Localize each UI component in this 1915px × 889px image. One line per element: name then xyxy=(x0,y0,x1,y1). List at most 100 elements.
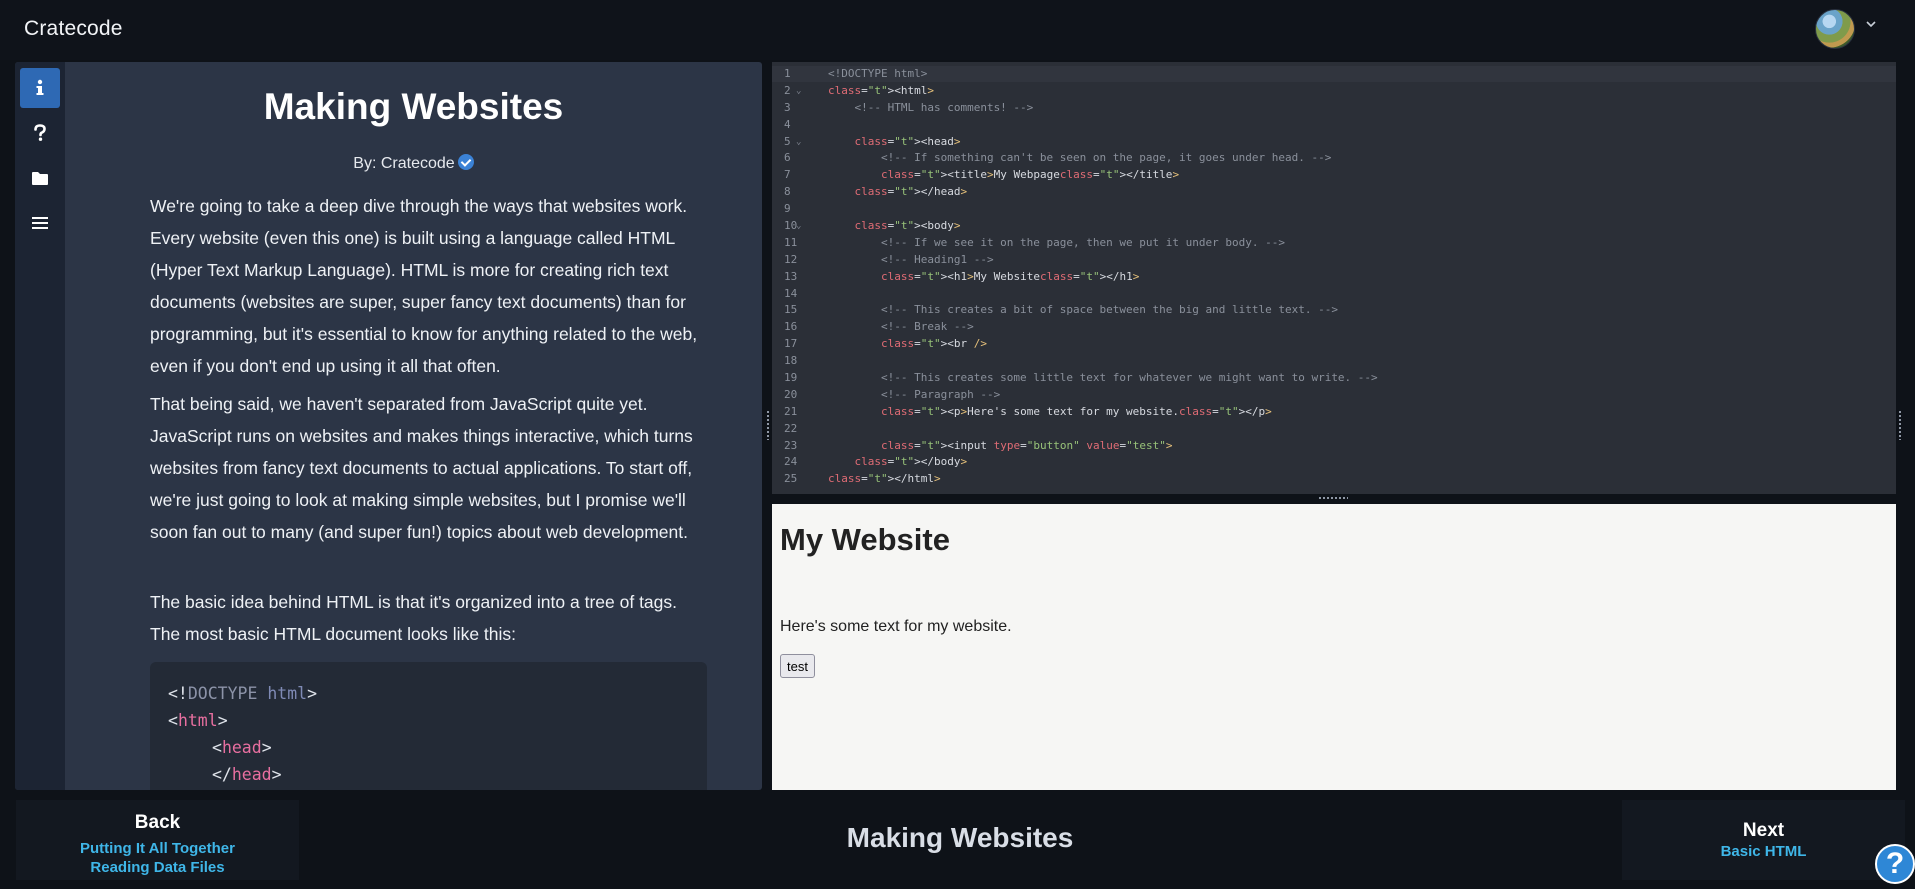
code-line[interactable]: <!-- HTML has comments! --> xyxy=(828,100,1378,117)
code-line[interactable]: <!DOCTYPE html> xyxy=(828,66,1378,83)
list-icon xyxy=(32,216,48,230)
fold-chevron-icon[interactable]: ⌄ xyxy=(796,218,801,235)
code-line[interactable]: <!-- If something can't be seen on the p… xyxy=(828,150,1378,167)
question-icon xyxy=(33,124,47,142)
line-number: 20 xyxy=(784,387,798,401)
code-line[interactable]: class="t"><p>Here's some text for my web… xyxy=(828,404,1378,421)
code-line-text: class="t"><title>My Webpageclass="t"></t… xyxy=(880,168,1180,182)
line-number: 14 xyxy=(784,286,798,300)
code-line-text: <!-- HTML has comments! --> xyxy=(828,100,1034,114)
lesson-paragraph: The basic idea behind HTML is that it's … xyxy=(150,592,678,644)
line-number: 21 xyxy=(784,404,798,418)
code-line[interactable]: class="t"><head> xyxy=(828,134,1378,151)
files-tab-button[interactable] xyxy=(20,158,60,198)
info-tab-button[interactable] xyxy=(20,68,60,108)
code-line[interactable]: <!-- This creates a bit of space between… xyxy=(828,302,1378,319)
code-line[interactable]: <!-- Heading1 --> xyxy=(828,252,1378,269)
line-number: 6 xyxy=(784,151,791,165)
code-line-text: class="t"></body> xyxy=(854,455,968,469)
code-line-text: <!-- If something can't be seen on the p… xyxy=(828,151,1332,165)
code-line[interactable]: <!-- This creates some little text for w… xyxy=(828,370,1378,387)
line-number: 11 xyxy=(784,235,798,249)
line-number: 8 xyxy=(784,185,791,199)
code-line[interactable] xyxy=(828,201,1378,218)
code-line[interactable]: class="t"><html> xyxy=(828,83,1378,100)
code-line[interactable]: class="t"><input type="button" value="te… xyxy=(828,438,1378,455)
code-line-text: <!-- Paragraph --> xyxy=(828,387,1001,401)
line-number: 25 xyxy=(784,472,798,486)
code-line[interactable]: class="t"><title>My Webpageclass="t"></t… xyxy=(828,167,1378,184)
fold-chevron-icon[interactable]: ⌄ xyxy=(796,83,801,100)
lesson-title: Making Websites xyxy=(263,86,564,127)
code-line-text: class="t"><body> xyxy=(854,219,961,233)
code-sample-line: <head> xyxy=(212,738,272,757)
code-line[interactable] xyxy=(828,353,1378,370)
editor-gutter: 1 2 ⌄ 3 4 5 ⌄ 6 7 8 9 10 ⌄ 11 12 13 14 15 16 17 18 19 20 21 22 23… xyxy=(772,66,818,488)
line-number: 18 xyxy=(784,354,798,368)
line-number: 5 ⌄ xyxy=(772,134,818,151)
code-line[interactable]: <!-- Paragraph --> xyxy=(828,387,1378,404)
resize-grip-icon[interactable] xyxy=(766,410,770,440)
code-sample-block: <!DOCTYPE html> <html> <head> </head> xyxy=(150,662,707,790)
code-line[interactable] xyxy=(828,286,1378,303)
back-link[interactable]: Putting It All Together xyxy=(16,840,299,857)
line-number: 23 xyxy=(784,438,798,452)
code-line-text: <!DOCTYPE html> xyxy=(828,67,928,80)
line-number: 17 xyxy=(784,337,798,351)
code-sample-line: </head> xyxy=(212,765,282,784)
right-resize-grip-icon[interactable] xyxy=(1898,410,1902,440)
author-text: By: Cratecode xyxy=(353,155,455,172)
code-line[interactable]: class="t"></html> xyxy=(828,471,1378,488)
lesson-panel: Making Websites By: Cratecode We're goin… xyxy=(15,62,762,790)
code-line-text: <!-- Heading1 --> xyxy=(828,252,994,266)
info-icon xyxy=(32,79,48,97)
code-sample-line: <html> xyxy=(168,711,228,730)
app-title[interactable]: Cratecode xyxy=(24,17,123,41)
code-line[interactable] xyxy=(828,421,1378,438)
code-line-text: <!-- This creates a bit of space between… xyxy=(828,303,1338,317)
user-avatar[interactable] xyxy=(1815,9,1855,49)
chevron-down-icon[interactable] xyxy=(1865,18,1879,32)
code-line-text: class="t"><br /> xyxy=(880,337,987,351)
line-number: 10 ⌄ xyxy=(772,218,818,235)
code-editor[interactable]: 1 2 ⌄ 3 4 5 ⌄ 6 7 8 9 10 ⌄ 11 12 13 14 15 16 17 18 19 20 21 22 23… xyxy=(772,62,1896,494)
top-bar: Cratecode xyxy=(0,0,1915,60)
code-line-text: <!-- Break --> xyxy=(828,320,974,334)
editor-resize-grip-icon[interactable] xyxy=(1318,496,1348,501)
lesson-paragraph: We're going to take a deep dive through … xyxy=(150,196,698,376)
code-line[interactable]: class="t"><h1>My Websiteclass="t"></h1> xyxy=(828,269,1378,286)
line-number: 19 xyxy=(784,371,798,385)
code-line-text: <!-- This creates some little text for w… xyxy=(828,371,1378,385)
code-line[interactable]: <!-- If we see it on the page, then we p… xyxy=(828,235,1378,252)
editor-code[interactable]: <!DOCTYPE html> class="t"><html> <!-- HTM… xyxy=(828,66,1378,488)
code-line-text: class="t"></html> xyxy=(828,472,941,486)
help-tab-button[interactable] xyxy=(20,113,60,153)
next-nav-button[interactable]: Next Basic HTML xyxy=(1622,800,1905,880)
code-line[interactable]: class="t"><body> xyxy=(828,218,1378,235)
preview-paragraph: Here's some text for my website. xyxy=(780,618,1012,635)
line-number: 1 xyxy=(784,67,791,80)
fold-chevron-icon[interactable]: ⌄ xyxy=(796,134,801,151)
back-nav-button[interactable]: Back Putting It All Together Reading Dat… xyxy=(16,800,299,880)
code-line-text: class="t"><p>Here's some text for my web… xyxy=(880,404,1272,418)
back-label: Back xyxy=(134,812,181,833)
code-line-text: class="t"><head> xyxy=(854,134,961,148)
website-preview: My Website Here's some text for my websi… xyxy=(772,504,1896,790)
outline-tab-button[interactable] xyxy=(20,203,60,243)
code-line[interactable]: class="t"></body> xyxy=(828,454,1378,471)
code-line-text: class="t"></head> xyxy=(854,185,968,199)
code-line[interactable]: class="t"></head> xyxy=(828,184,1378,201)
code-line[interactable]: class="t"><br /> xyxy=(828,336,1378,353)
code-sample-line: <!DOCTYPE html> xyxy=(168,684,318,703)
next-label: Next xyxy=(1742,820,1785,841)
back-link[interactable]: Reading Data Files xyxy=(16,859,299,876)
help-button[interactable]: ? xyxy=(1875,844,1915,884)
line-number: 2 ⌄ xyxy=(772,83,818,100)
code-line[interactable] xyxy=(828,117,1378,134)
code-line-text: <!-- If we see it on the page, then we p… xyxy=(828,235,1285,249)
line-number: 22 xyxy=(784,421,798,435)
preview-test-button[interactable]: test xyxy=(780,654,815,678)
lesson-author: By: Cratecode xyxy=(65,154,762,173)
next-link[interactable]: Basic HTML xyxy=(1622,843,1905,860)
code-line[interactable]: <!-- Break --> xyxy=(828,319,1378,336)
